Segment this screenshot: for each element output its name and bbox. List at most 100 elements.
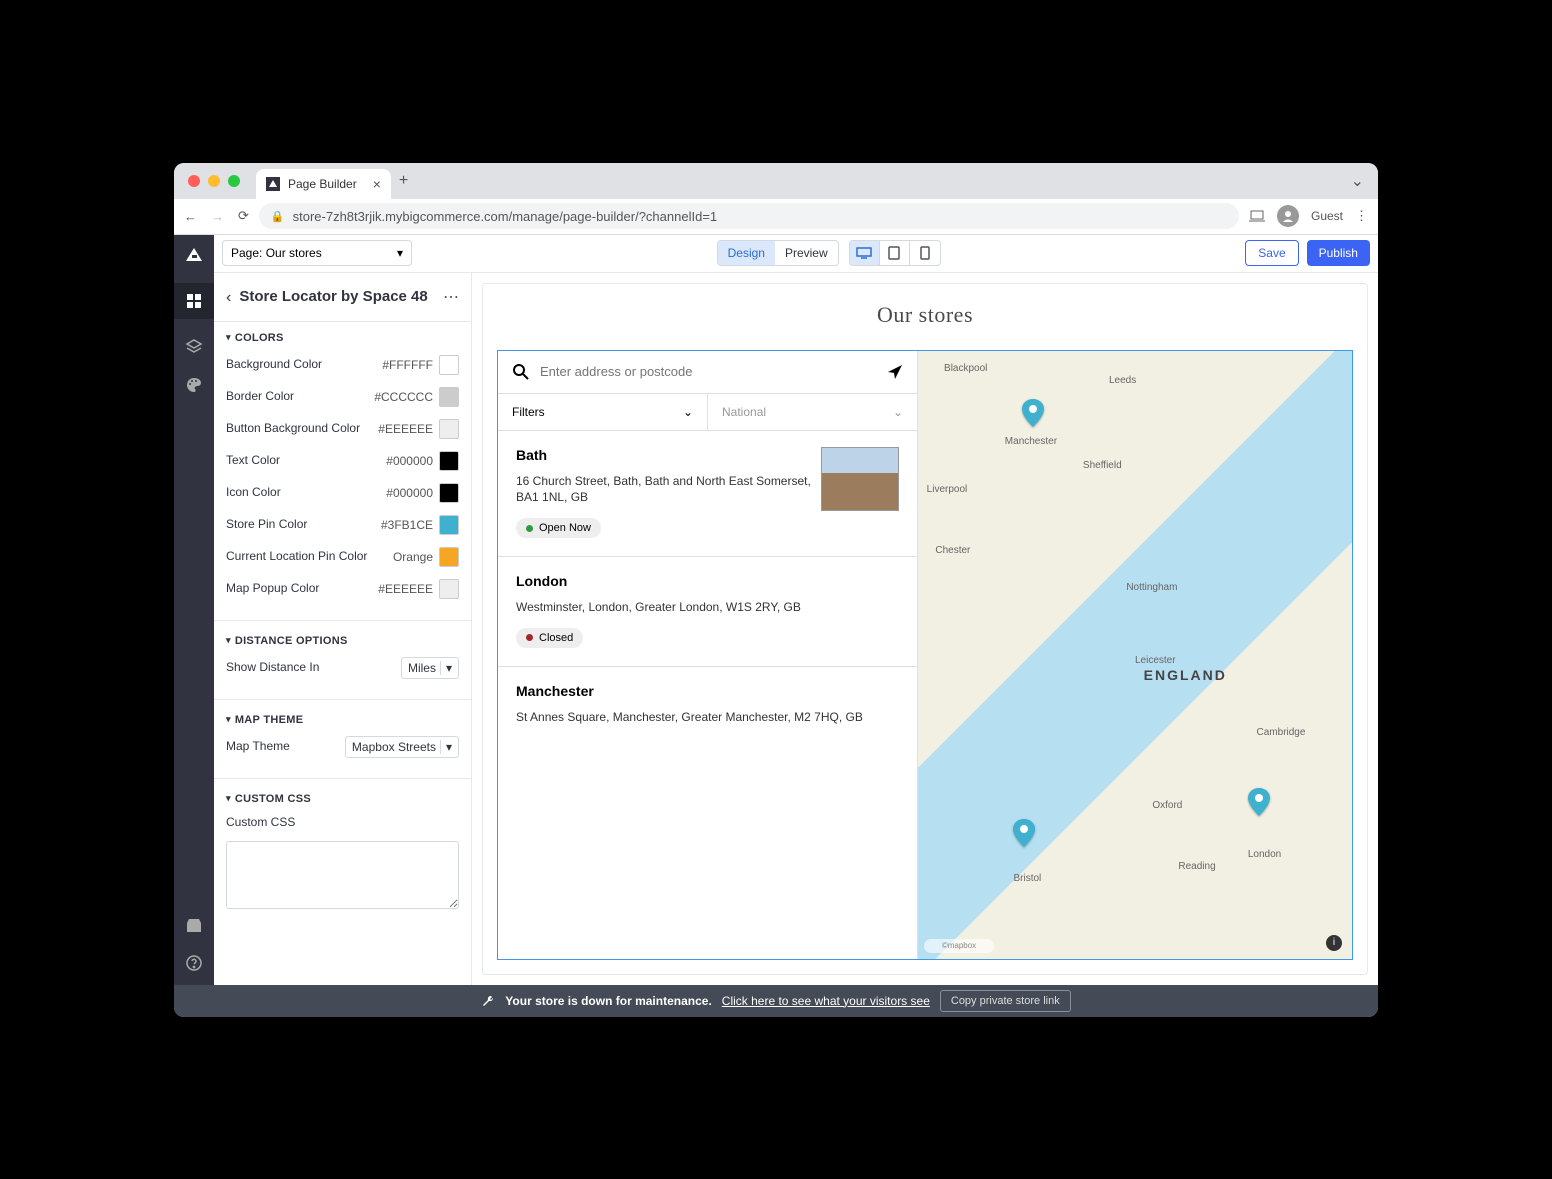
back-icon[interactable]: ‹ (226, 289, 231, 307)
color-swatch[interactable] (439, 419, 459, 439)
storefront-nav-icon[interactable] (184, 915, 204, 935)
stores-panel: Filters⌄ National⌄ Bath 16 Church Street… (498, 351, 918, 959)
help-nav-icon[interactable] (184, 953, 204, 973)
design-tab[interactable]: Design (718, 241, 775, 265)
store-address: Westminster, London, Greater London, W1S… (516, 599, 899, 616)
browser-tabstrip: Page Builder × + ⌄ (174, 163, 1378, 199)
url-text: store-7zh8t3rjik.mybigcommerce.com/manag… (293, 209, 718, 224)
device-mobile-icon[interactable] (910, 241, 940, 265)
tabs-menu-icon[interactable]: ⌄ (1351, 171, 1364, 191)
color-swatch[interactable] (439, 387, 459, 407)
store-thumbnail (821, 447, 899, 511)
store-name: Manchester (516, 683, 899, 699)
store-item[interactable]: Manchester St Annes Square, Manchester, … (498, 667, 917, 756)
scope-dropdown[interactable]: National⌄ (708, 394, 917, 430)
store-name: Bath (516, 447, 811, 463)
color-swatch[interactable] (439, 515, 459, 535)
color-row: Border Color#CCCCCC (226, 386, 459, 408)
chevron-down-icon: ▾ (397, 246, 403, 260)
section-title[interactable]: COLORS (226, 332, 459, 344)
back-icon[interactable]: ← (184, 209, 197, 224)
section-title[interactable]: CUSTOM CSS (226, 793, 459, 805)
publish-button[interactable]: Publish (1307, 240, 1370, 266)
close-window-icon[interactable] (188, 175, 200, 187)
map-pin-icon[interactable] (1022, 399, 1044, 421)
custom-css-input[interactable] (226, 841, 459, 909)
widget-title: Store Locator by Space 48 (239, 287, 435, 307)
filters-dropdown[interactable]: Filters⌄ (498, 394, 708, 430)
copy-link-button[interactable]: Copy private store link (940, 990, 1071, 1012)
footer-link[interactable]: Click here to see what your visitors see (722, 994, 930, 1008)
reload-icon[interactable]: ⟳ (238, 208, 249, 224)
map-pin-icon[interactable] (1013, 819, 1035, 841)
app-toolbar: Page: Our stores ▾ Design Preview (214, 235, 1378, 273)
chevron-down-icon: ⌄ (683, 405, 693, 419)
color-row: Text Color#000000 (226, 450, 459, 472)
status-badge: Closed (516, 628, 583, 648)
section-title[interactable]: MAP THEME (226, 714, 459, 726)
map-theme-select[interactable]: Mapbox Streets▾ (345, 736, 459, 758)
maximize-window-icon[interactable] (228, 175, 240, 187)
chevron-down-icon: ▾ (440, 740, 452, 754)
forward-icon: → (211, 209, 224, 224)
color-row: Button Background Color#EEEEEE (226, 418, 459, 440)
color-swatch[interactable] (439, 355, 459, 375)
distance-section: DISTANCE OPTIONS Show Distance In Miles▾ (214, 620, 471, 693)
distance-unit-select[interactable]: Miles▾ (401, 657, 459, 679)
save-button[interactable]: Save (1245, 240, 1298, 266)
logo-icon[interactable] (184, 245, 204, 265)
page-heading: Our stores (483, 284, 1367, 350)
address-input[interactable] (540, 364, 877, 379)
new-tab-icon[interactable]: + (399, 172, 408, 190)
layers-nav-icon[interactable] (184, 337, 204, 357)
page-select[interactable]: Page: Our stores ▾ (222, 240, 412, 266)
profile-label: Guest (1311, 209, 1343, 223)
address-bar[interactable]: 🔒 store-7zh8t3rjik.mybigcommerce.com/man… (259, 203, 1239, 229)
custom-css-section: CUSTOM CSS Custom CSS (214, 778, 471, 918)
device-desktop-icon[interactable] (850, 241, 880, 265)
map-info-icon[interactable]: i (1326, 935, 1342, 951)
window-controls (188, 175, 240, 187)
preview-canvas: Our stores Filters⌄ (472, 273, 1378, 985)
browser-toolbar: ← → ⟳ 🔒 store-7zh8t3rjik.mybigcommerce.c… (174, 199, 1378, 235)
color-swatch[interactable] (439, 483, 459, 503)
theme-nav-icon[interactable] (184, 375, 204, 395)
locate-me-icon[interactable] (887, 364, 903, 380)
widgets-nav-icon[interactable] (174, 283, 214, 319)
profile-avatar-icon[interactable] (1277, 205, 1299, 227)
lock-icon: 🔒 (271, 210, 285, 223)
color-row: Store Pin Color#3FB1CE (226, 514, 459, 536)
section-title[interactable]: DISTANCE OPTIONS (226, 635, 459, 647)
store-address: 16 Church Street, Bath, Bath and North E… (516, 473, 811, 507)
color-swatch[interactable] (439, 547, 459, 567)
kebab-menu-icon[interactable]: ⋮ (1355, 208, 1368, 224)
wrench-icon (481, 994, 495, 1008)
page-builder-app: Page: Our stores ▾ Design Preview (174, 235, 1378, 1017)
minimize-window-icon[interactable] (208, 175, 220, 187)
browser-tab[interactable]: Page Builder × (256, 169, 391, 199)
color-swatch[interactable] (439, 579, 459, 599)
close-tab-icon[interactable]: × (373, 176, 381, 192)
laptop-icon[interactable] (1249, 208, 1265, 224)
map-view[interactable]: ENGLAND ©mapbox i Blackpool Leeds Manche… (918, 351, 1352, 959)
left-rail (174, 235, 214, 985)
more-icon[interactable]: ⋯ (443, 287, 459, 307)
custom-css-label: Custom CSS (226, 815, 459, 829)
color-swatch[interactable] (439, 451, 459, 471)
color-row: Icon Color#000000 (226, 482, 459, 504)
settings-sidebar: ‹ Store Locator by Space 48 ⋯ COLORS Bac… (214, 273, 472, 985)
store-locator-widget[interactable]: Filters⌄ National⌄ Bath 16 Church Street… (497, 350, 1353, 960)
browser-window: Page Builder × + ⌄ ← → ⟳ 🔒 store-7zh8t3r… (174, 163, 1378, 1017)
page-select-label: Page: Our stores (231, 246, 322, 260)
store-item[interactable]: Bath 16 Church Street, Bath, Bath and No… (498, 431, 917, 558)
store-name: London (516, 573, 899, 589)
mode-toggle: Design Preview (717, 240, 839, 266)
store-item[interactable]: London Westminster, London, Greater Lond… (498, 557, 917, 667)
color-row: Map Popup Color#EEEEEE (226, 578, 459, 600)
device-toggle (849, 240, 941, 266)
device-tablet-icon[interactable] (880, 241, 910, 265)
preview-tab[interactable]: Preview (775, 241, 838, 265)
map-attribution: ©mapbox (924, 939, 994, 953)
map-pin-icon[interactable] (1248, 788, 1270, 810)
tab-title: Page Builder (288, 177, 357, 191)
